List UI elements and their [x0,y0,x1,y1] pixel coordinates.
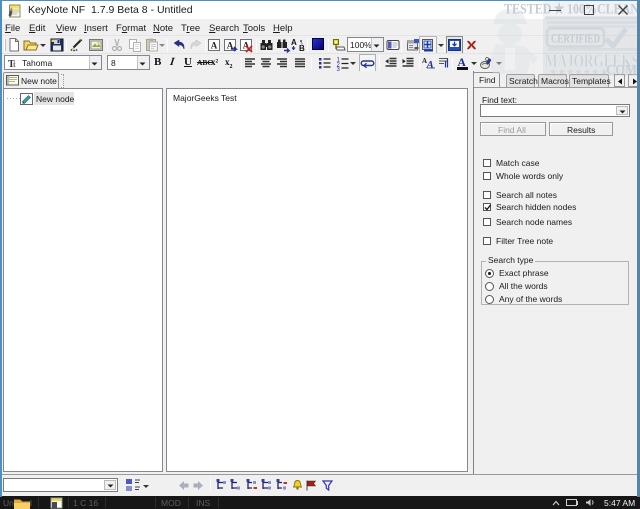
svg-text:t: t [13,60,16,69]
svg-text:A: A [426,59,434,71]
svg-text:A: A [291,38,297,47]
svg-text:A: A [211,41,218,51]
